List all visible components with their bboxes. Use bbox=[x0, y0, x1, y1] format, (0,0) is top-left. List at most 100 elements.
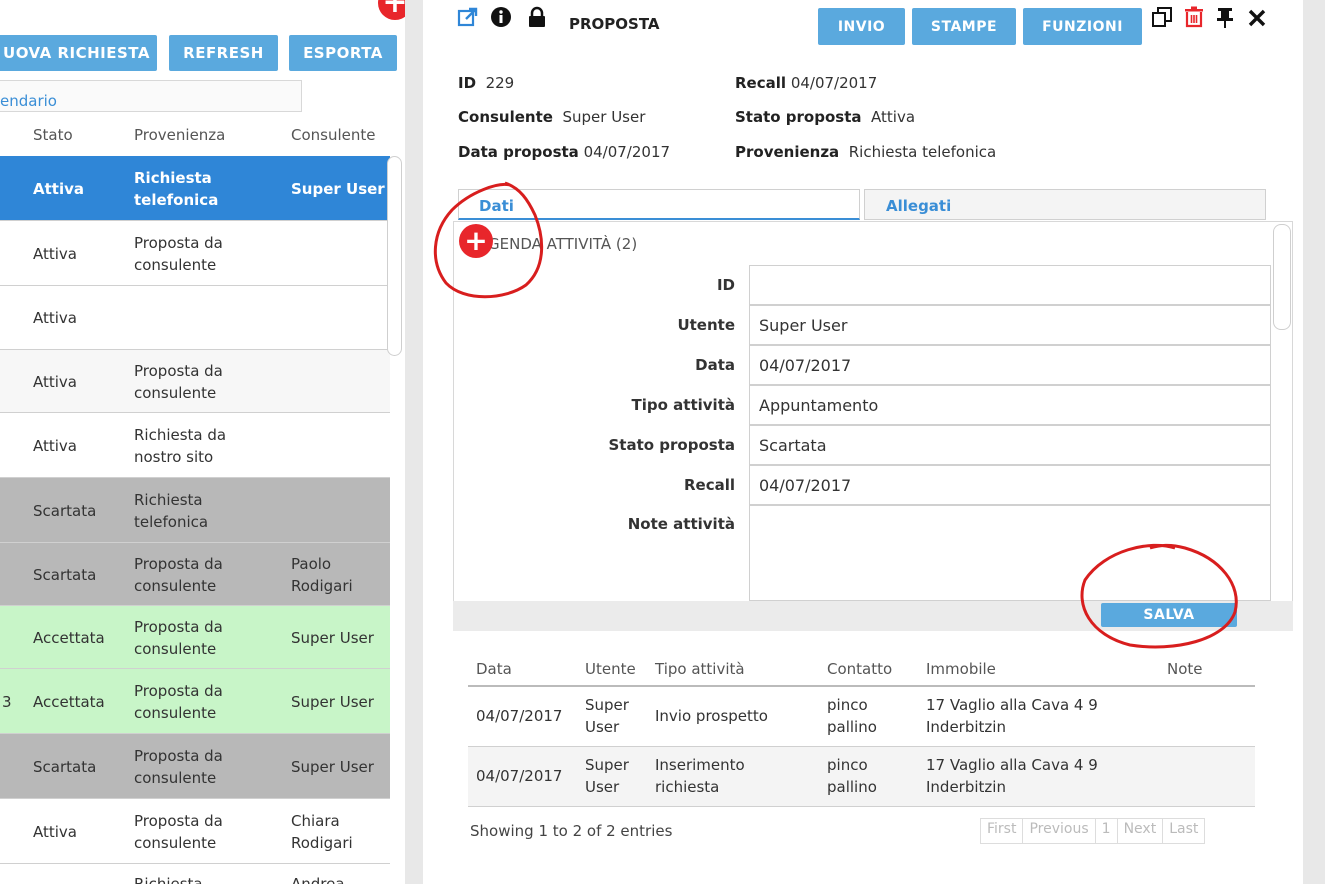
table-row[interactable]: Scartata Richiesta telefonica bbox=[0, 478, 390, 543]
table-row[interactable]: 3 Accettata Proposta da consulente Super Use… bbox=[0, 669, 390, 734]
row-stato: Attiva bbox=[33, 244, 77, 263]
add-request-icon[interactable]: + bbox=[378, 0, 405, 20]
table-row[interactable]: Attiva bbox=[0, 286, 390, 350]
pager-first[interactable]: First bbox=[981, 819, 1024, 843]
field-label-recall: Recall bbox=[683, 476, 735, 494]
cell-tipo: Invio prospetto bbox=[655, 707, 768, 725]
field-utente[interactable]: Super User bbox=[749, 305, 1271, 345]
field-label-tipo: Tipo attività bbox=[631, 396, 735, 414]
table-scrollbar[interactable] bbox=[387, 156, 402, 356]
row-consulente: Super User bbox=[291, 628, 374, 647]
row-provenienza: Richiesta da nostro sito bbox=[134, 425, 227, 466]
cell-contatto: pinco pallino bbox=[827, 696, 877, 736]
table-info: Showing 1 to 2 of 2 entries bbox=[470, 822, 673, 840]
table-row[interactable]: Attiva Proposta da consulente Chiara Rodigar… bbox=[0, 799, 390, 864]
row-consulente: Super User bbox=[291, 179, 385, 198]
table-row[interactable]: Scartata Proposta da consulente Super User bbox=[0, 734, 390, 799]
refresh-button[interactable]: REFRESH bbox=[169, 35, 278, 71]
column-header-data[interactable]: Data bbox=[476, 660, 512, 678]
row-stato: Attiva bbox=[33, 179, 84, 198]
field-id[interactable] bbox=[749, 265, 1271, 305]
pager-page[interactable]: 1 bbox=[1096, 819, 1118, 843]
table-row[interactable]: Accettata Proposta da consulente Super User bbox=[0, 606, 390, 669]
pager-previous[interactable]: Previous bbox=[1023, 819, 1096, 843]
row-stato: Scartata bbox=[33, 565, 97, 584]
field-label-id: ID bbox=[716, 276, 735, 294]
table-row[interactable]: 04/07/2017 Super User Invio prospetto pinco p… bbox=[468, 687, 1255, 747]
table-row[interactable]: Attiva Proposta da consulente bbox=[0, 350, 390, 413]
row-stato: Attiva bbox=[33, 309, 77, 327]
summary-recall: Recall 04/07/2017 bbox=[735, 74, 878, 92]
pager-next[interactable]: Next bbox=[1118, 819, 1164, 843]
cell-contatto: pinco pallino bbox=[827, 756, 877, 796]
field-label-stato: Stato proposta bbox=[608, 436, 736, 454]
proposal-detail-panel: PROPOSTA INVIO STAMPE FUNZIONI ID 229 Re… bbox=[423, 0, 1303, 884]
row-stato: Attiva bbox=[33, 372, 77, 391]
row-consulente: Andrea bbox=[291, 875, 345, 884]
table-row[interactable]: Attiva Richiesta da nostro sito bbox=[0, 413, 390, 478]
new-request-button[interactable]: UOVA RICHIESTA bbox=[0, 35, 157, 71]
close-icon[interactable] bbox=[1247, 6, 1267, 33]
field-note-attivita[interactable] bbox=[749, 505, 1271, 601]
cell-data: 04/07/2017 bbox=[476, 767, 563, 785]
lock-icon[interactable] bbox=[527, 6, 547, 33]
table-row[interactable]: Attiva Richiesta telefonica Super User bbox=[0, 156, 390, 221]
row-provenienza: Proposta da consulente bbox=[134, 233, 223, 274]
row-consulente: Chiara Rodigari bbox=[291, 811, 353, 852]
column-header-consulente[interactable]: Consulente bbox=[291, 126, 376, 144]
row-provenienza: Richiesta telefonica bbox=[134, 490, 209, 531]
funzioni-button[interactable]: FUNZIONI bbox=[1023, 8, 1142, 45]
summary-data: Data proposta 04/07/2017 bbox=[458, 143, 671, 161]
field-stato-proposta[interactable]: Scartata bbox=[749, 425, 1271, 465]
copy-icon[interactable] bbox=[1151, 6, 1173, 33]
invio-button[interactable]: INVIO bbox=[818, 8, 905, 45]
agenda-title: AGENDA ATTIVITÀ (2) bbox=[478, 235, 638, 253]
table-row[interactable]: Scartata Proposta da consulente Paolo Rodiga… bbox=[0, 543, 390, 606]
save-button[interactable]: SALVA bbox=[1101, 603, 1237, 627]
table-row[interactable]: Attiva Proposta da consulente bbox=[0, 221, 390, 286]
external-edit-icon[interactable] bbox=[457, 6, 479, 33]
trash-icon[interactable] bbox=[1184, 6, 1204, 33]
row-provenienza: Proposta da consulente bbox=[134, 617, 223, 658]
cell-utente: Super User bbox=[585, 696, 629, 736]
column-header-stato[interactable]: Stato bbox=[33, 126, 73, 144]
field-tipo-attivita[interactable]: Appuntamento bbox=[749, 385, 1271, 425]
cell-immobile: 17 Vaglio alla Cava 4 9 Inderbitzin bbox=[926, 696, 1098, 736]
summary-consulente: Consulente Super User bbox=[458, 108, 646, 126]
column-header-note[interactable]: Note bbox=[1167, 660, 1203, 678]
field-recall[interactable]: 04/07/2017 bbox=[749, 465, 1271, 505]
requests-panel: UOVA RICHIESTA REFRESH ESPORTA + endario… bbox=[0, 0, 405, 884]
column-header-tipo[interactable]: Tipo attività bbox=[655, 660, 745, 678]
row-provenienza: Richiesta bbox=[134, 875, 203, 884]
agenda-scrollbar[interactable] bbox=[1273, 224, 1291, 330]
cell-utente: Super User bbox=[585, 756, 629, 796]
stampe-button[interactable]: STAMPE bbox=[912, 8, 1016, 45]
add-activity-icon[interactable]: + bbox=[459, 224, 493, 258]
tab-allegati[interactable]: Allegati bbox=[864, 189, 1266, 220]
row-stato: Scartata bbox=[33, 501, 97, 520]
column-header-immobile[interactable]: Immobile bbox=[926, 660, 996, 678]
row-provenienza: Proposta da consulente bbox=[134, 811, 223, 852]
row-provenienza: Proposta da consulente bbox=[134, 746, 223, 787]
window-edge bbox=[1303, 0, 1325, 884]
export-button[interactable]: ESPORTA bbox=[289, 35, 397, 71]
column-header-utente[interactable]: Utente bbox=[585, 660, 636, 678]
column-header-contatto[interactable]: Contatto bbox=[827, 660, 892, 678]
row-provenienza: Proposta da consulente bbox=[134, 554, 223, 595]
tab-dati[interactable]: Dati bbox=[458, 189, 860, 220]
pin-icon[interactable] bbox=[1216, 6, 1234, 33]
row-provenienza: Proposta da consulente bbox=[134, 681, 223, 722]
table-row[interactable]: Richiesta Andrea bbox=[0, 864, 390, 884]
info-icon[interactable] bbox=[490, 6, 512, 33]
field-data[interactable]: 04/07/2017 bbox=[749, 345, 1271, 385]
pager-last[interactable]: Last bbox=[1163, 819, 1204, 843]
column-header-provenienza[interactable]: Provenienza bbox=[134, 126, 225, 144]
row-stato: Accettata bbox=[33, 628, 105, 647]
tab-calendar[interactable]: endario bbox=[0, 92, 57, 110]
page-title: PROPOSTA bbox=[569, 15, 660, 33]
row-id: 3 bbox=[2, 692, 12, 711]
summary-provenienza: Provenienza Richiesta telefonica bbox=[735, 143, 997, 161]
table-row[interactable]: 04/07/2017 Super User Inserimento richiesta p… bbox=[468, 747, 1255, 807]
panel-divider bbox=[405, 0, 423, 884]
cell-immobile: 17 Vaglio alla Cava 4 9 Inderbitzin bbox=[926, 756, 1098, 796]
